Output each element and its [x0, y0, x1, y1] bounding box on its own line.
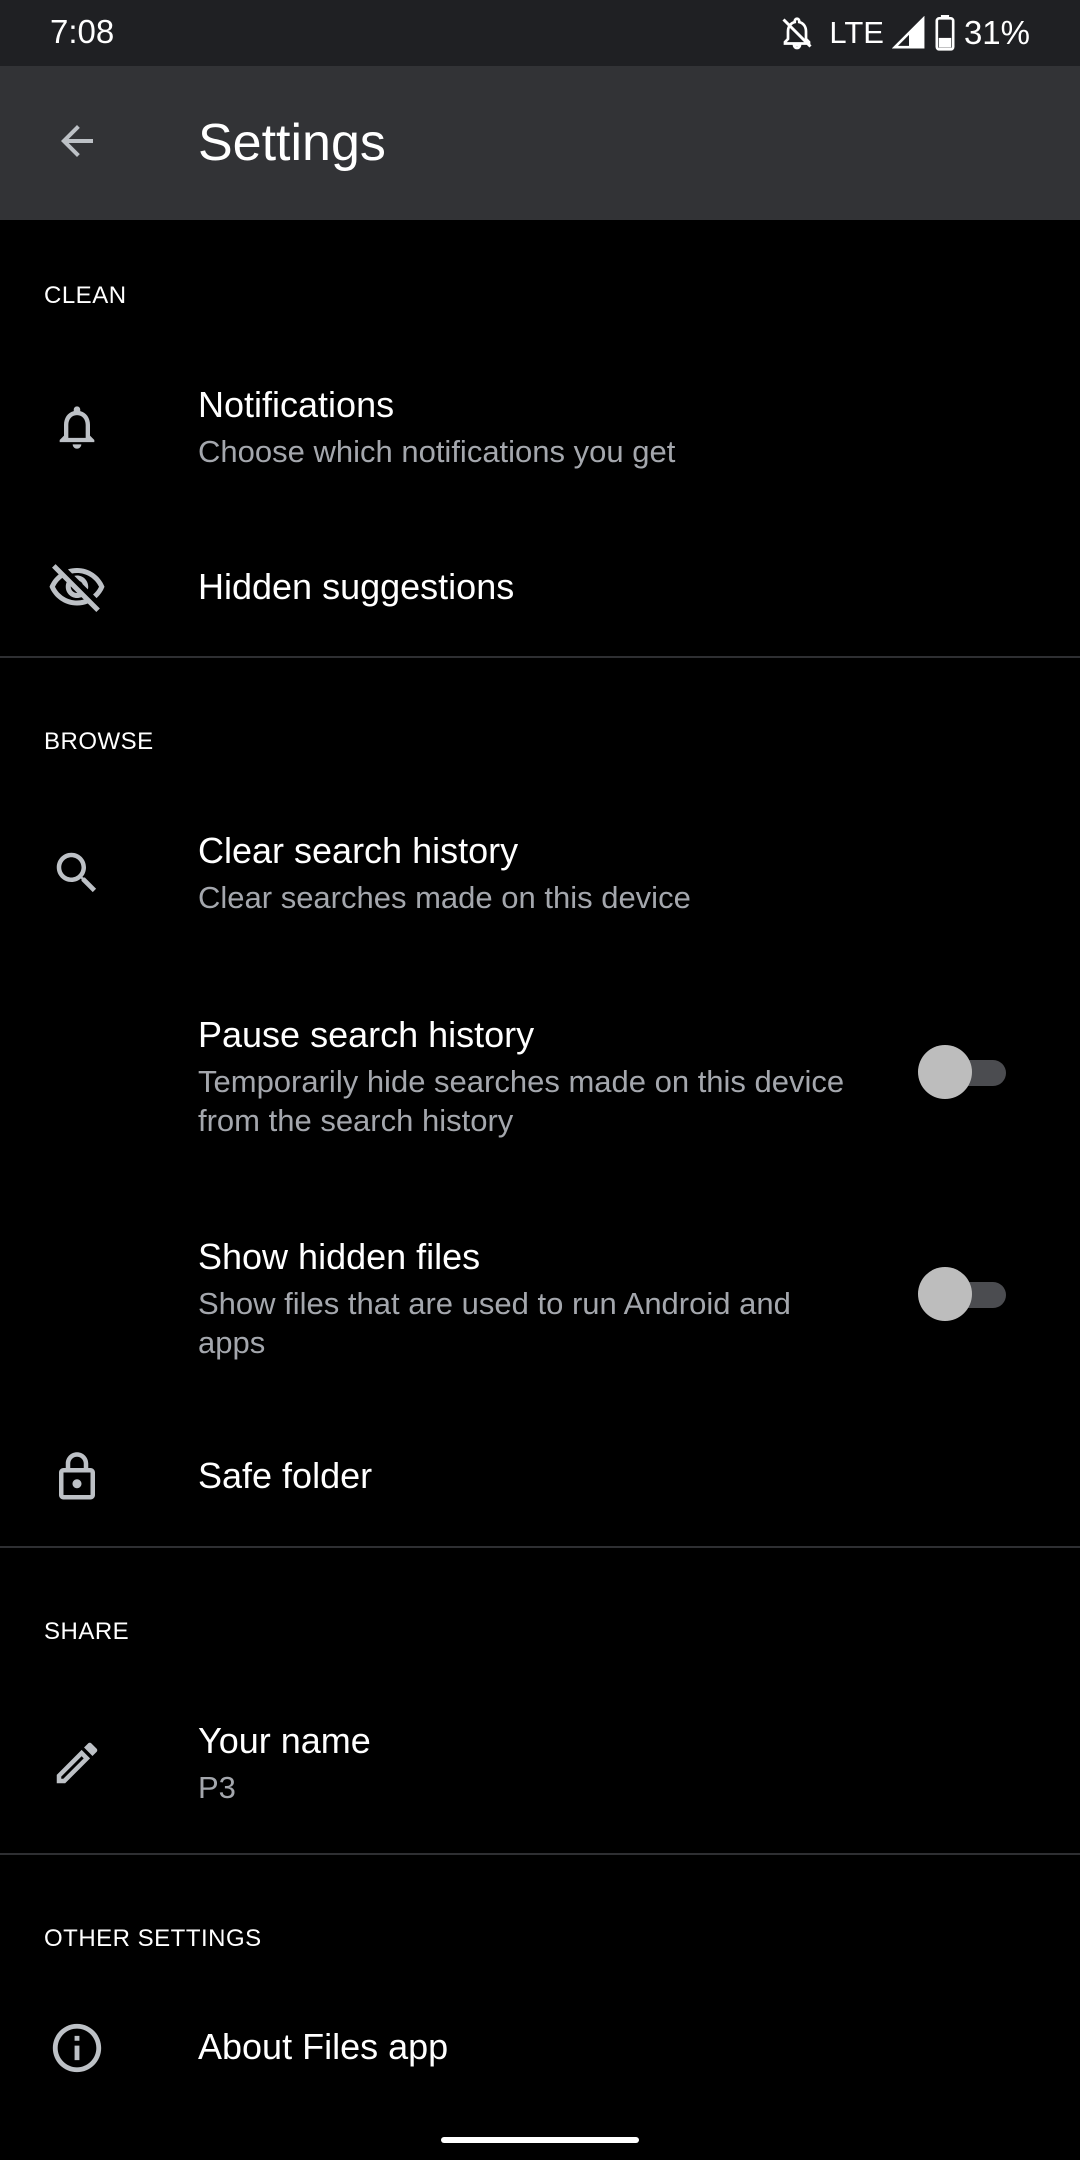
- section-header-browse: BROWSE: [44, 728, 154, 755]
- divider: [0, 1853, 1080, 1855]
- item-title: Hidden suggestions: [198, 566, 515, 607]
- settings-item-your-name[interactable]: Your name P3: [0, 1706, 1080, 1820]
- page-title: Settings: [198, 114, 386, 172]
- divider: [0, 656, 1080, 658]
- status-bar: 7:08 LTE 31%: [0, 0, 1080, 66]
- eye-off-icon: [40, 551, 114, 625]
- status-icons: LTE 31%: [779, 12, 1030, 54]
- item-subtitle: P3: [198, 1770, 236, 1805]
- bell-icon: [40, 390, 114, 464]
- item-title: Notifications: [198, 384, 395, 425]
- battery-percent: 31%: [963, 14, 1030, 51]
- divider: [0, 1546, 1080, 1548]
- item-title: Show hidden files: [198, 1236, 481, 1277]
- item-title: About Files app: [198, 2026, 449, 2067]
- info-icon: [40, 2011, 114, 2085]
- section-header-clean: CLEAN: [44, 282, 127, 309]
- settings-item-notifications[interactable]: Notifications Choose which notifications…: [0, 370, 1080, 484]
- settings-item-clear-search-history[interactable]: Clear search history Clear searches made…: [0, 816, 1080, 930]
- arrow-back-icon: [53, 117, 101, 170]
- item-subtitle: Temporarily hide searches made on this d…: [198, 1064, 845, 1138]
- settings-item-safe-folder[interactable]: Safe folder: [0, 1437, 1080, 1517]
- settings-item-about-files-app[interactable]: About Files app: [0, 2008, 1080, 2088]
- section-header-share: SHARE: [44, 1618, 130, 1645]
- notifications-off-icon: [779, 15, 815, 51]
- item-title: Your name: [198, 1720, 371, 1761]
- settings-item-hidden-suggestions[interactable]: Hidden suggestions: [0, 548, 1080, 628]
- pencil-icon: [40, 1726, 114, 1800]
- app-bar: Settings: [0, 66, 1080, 220]
- lock-icon: [40, 1440, 114, 1514]
- item-title: Safe folder: [198, 1455, 373, 1496]
- battery-icon: [934, 15, 956, 51]
- settings-item-show-hidden-files[interactable]: Show hidden files Show files that are us…: [0, 1222, 1080, 1372]
- section-header-other-settings: OTHER SETTINGS: [44, 1925, 262, 1952]
- item-subtitle: Clear searches made on this device: [198, 880, 691, 915]
- toggle-thumb: [918, 1045, 972, 1099]
- network-type: LTE: [829, 15, 884, 50]
- status-time: 7:08: [50, 13, 115, 50]
- pause-search-history-toggle[interactable]: [916, 1042, 1008, 1102]
- back-button[interactable]: [40, 106, 114, 180]
- gesture-nav-handle[interactable]: [441, 2137, 639, 2143]
- item-subtitle: Choose which notifications you get: [198, 434, 676, 469]
- signal-icon: [891, 16, 926, 50]
- item-subtitle: Show files that are used to run Android …: [198, 1286, 791, 1360]
- search-icon: [40, 836, 114, 910]
- item-title: Pause search history: [198, 1014, 535, 1055]
- toggle-thumb: [918, 1267, 972, 1321]
- show-hidden-files-toggle[interactable]: [916, 1264, 1008, 1324]
- settings-item-pause-search-history[interactable]: Pause search history Temporarily hide se…: [0, 1000, 1080, 1150]
- item-title: Clear search history: [198, 830, 519, 871]
